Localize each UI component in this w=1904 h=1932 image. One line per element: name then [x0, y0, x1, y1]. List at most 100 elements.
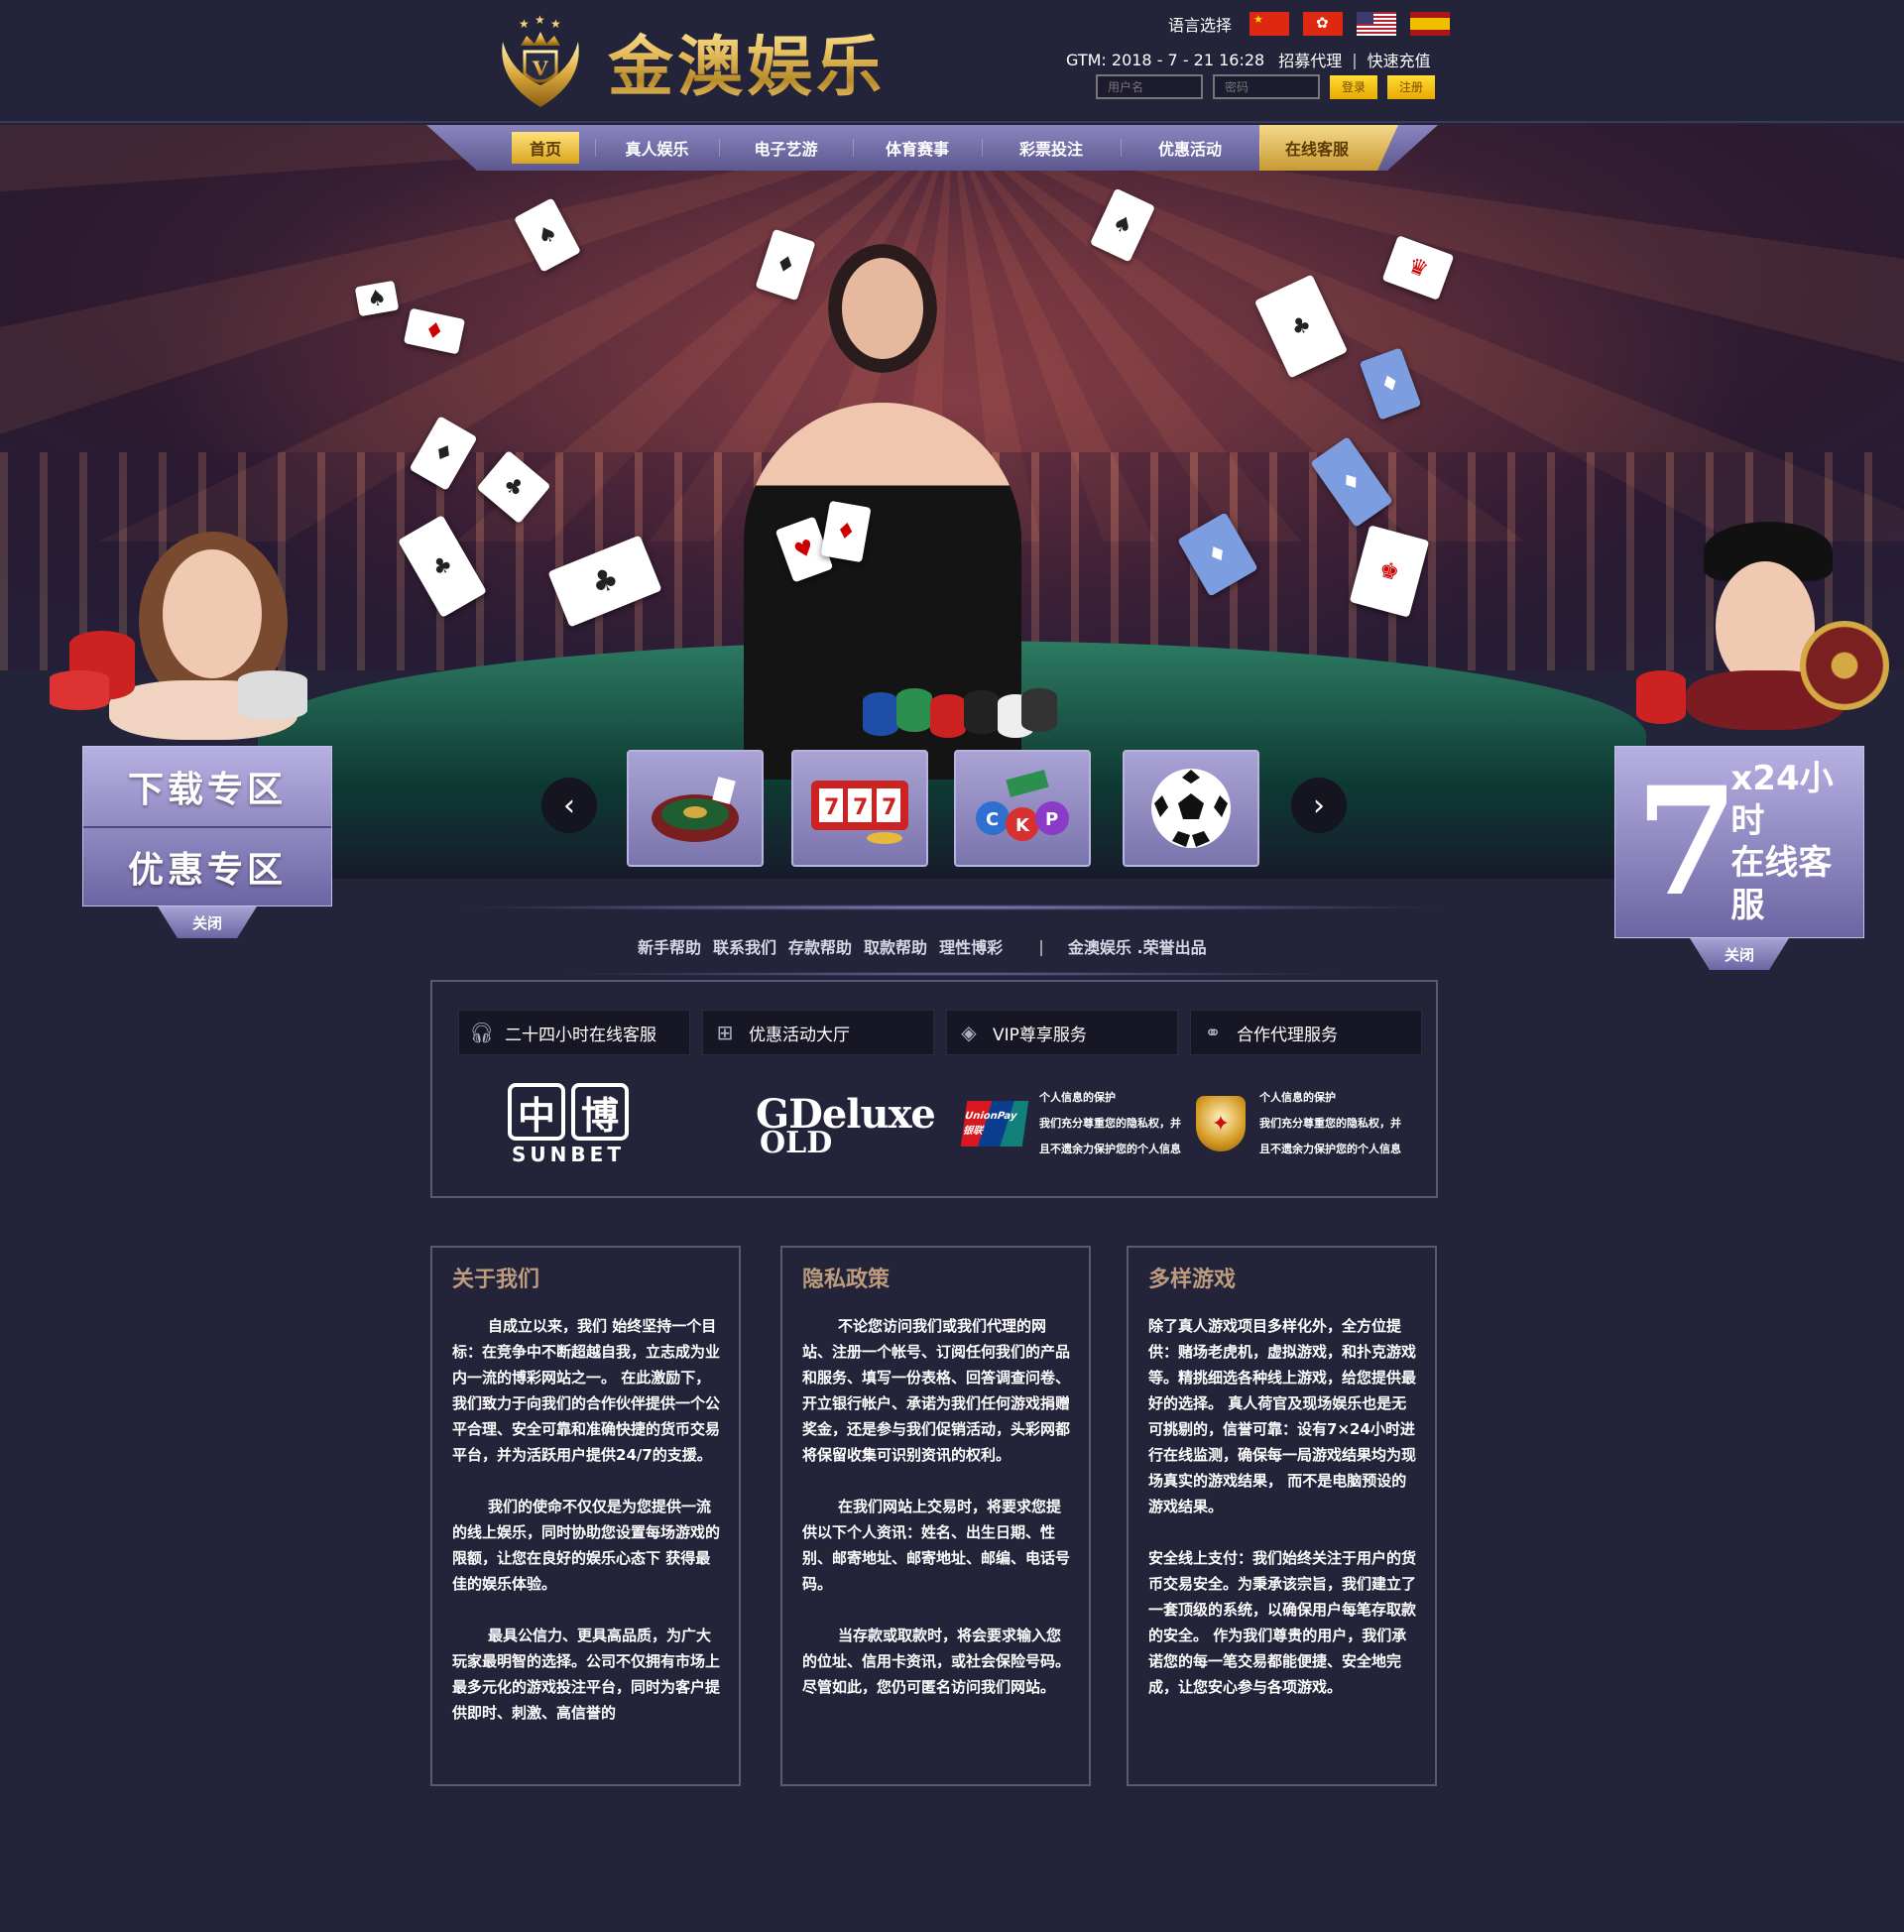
main-nav: 首页 真人娱乐 电子艺游 体育赛事 彩票投注 优惠活动 在线客服 [426, 125, 1438, 171]
svg-text:K: K [1015, 815, 1030, 836]
carousel-next-button[interactable]: › [1291, 778, 1347, 833]
download-zone-button[interactable]: 下载专区 [83, 747, 331, 826]
column-title: 关于我们 [452, 1268, 540, 1292]
nav-label: 真人娱乐 [625, 140, 689, 159]
nav-label: 体育赛事 [885, 140, 949, 159]
carousel-prev-button[interactable]: ‹ [541, 778, 597, 833]
roulette-icon [652, 777, 739, 842]
nav-item-online-service[interactable]: 在线客服 [1259, 125, 1398, 171]
nav-item-promotions[interactable]: 优惠活动 [1121, 125, 1259, 171]
brand-credit: 金澳娱乐 .荣誉出品 [1067, 938, 1207, 957]
footer-link-deposit-help[interactable]: 存款帮助 [788, 934, 852, 958]
footer-link-withdraw-help[interactable]: 取款帮助 [864, 934, 927, 958]
flag-us-icon[interactable] [1357, 12, 1397, 36]
service-tab-label: VIP尊享服务 [993, 1025, 1087, 1045]
sunbet-logo: 中 博 SUNBET [508, 1083, 629, 1166]
column-paragraph: 安全线上支付：我们始终关注于用户的货币交易安全。为秉承该宗旨，我们建立了一套顶级… [1148, 1549, 1417, 1696]
column-paragraph: 自成立以来，我们 始终坚持一个目标：在竞争中不断超越自我，立志成为业内一流的博彩… [452, 1317, 721, 1464]
right-model-image [1626, 522, 1889, 730]
deluxe-gold-logo: GDeluxe OLD [756, 1091, 936, 1160]
recruit-agent-link[interactable]: 招募代理 [1278, 48, 1342, 71]
nav-item-slots[interactable]: 电子艺游 [719, 125, 853, 171]
carousel-item-slot-machine[interactable]: 777 [791, 750, 928, 867]
service-tab-promotions[interactable]: ⊞ 优惠活动大厅 [702, 1010, 934, 1055]
column-paragraph: 最具公信力、更具高品质，为广大玩家最明智的选择。公司不仅拥有市场上 最多元化的游… [452, 1627, 721, 1722]
soccer-ball-icon [1151, 769, 1231, 848]
carousel-item-bingo[interactable]: CKP [954, 750, 1091, 867]
svg-text:P: P [1045, 809, 1058, 830]
nav-label: 优惠活动 [1157, 140, 1222, 159]
service-tab-label: 合作代理服务 [1237, 1025, 1338, 1045]
site-logo[interactable]: ★ ★ ★ V 金澳娱乐 [491, 12, 886, 111]
slot-machine-icon: 777 [811, 781, 908, 844]
svg-text:7: 7 [882, 795, 896, 820]
nav-item-sports[interactable]: 体育赛事 [853, 125, 982, 171]
svg-text:7: 7 [853, 795, 868, 820]
nav-label: 在线客服 [1284, 140, 1349, 159]
handshake-icon: ⚭ [1204, 1021, 1222, 1044]
shield-icon: ✦ [1196, 1096, 1246, 1151]
footer-link-beginner-help[interactable]: 新手帮助 [638, 934, 701, 958]
username-input[interactable] [1096, 74, 1203, 99]
service-hours-number: 7 [1635, 755, 1739, 929]
login-button[interactable]: 登录 [1330, 74, 1377, 99]
column-paragraph: 不论您访问我们或我们代理的网站、注册一个帐号、订阅任何我们的产品和服务、填写一份… [802, 1317, 1071, 1464]
footer-link-responsible-gaming[interactable]: 理性博彩 [939, 934, 1003, 958]
carousel-item-roulette[interactable] [627, 750, 764, 867]
carousel-item-soccer[interactable] [1123, 750, 1259, 867]
column-paragraph: 我们的使命不仅仅是为您提供一流的线上娱乐，同时协助您设置每场游戏的限额，让您在良… [452, 1498, 721, 1593]
chevron-right-icon: › [1313, 787, 1325, 823]
svg-text:★: ★ [519, 17, 530, 31]
services-box: 🎧︎ 二十四小时在线客服 ⊞ 优惠活动大厅 ◈ VIP尊享服务 ⚭ 合作代理服务… [430, 980, 1438, 1198]
login-form: 登录 注册 [1096, 74, 1435, 99]
nav-item-home[interactable]: 首页 [426, 125, 595, 171]
nav-label: 首页 [511, 132, 579, 164]
column-paragraph: 在我们网站上交易时，将要求您提供以下个人资讯：姓名、出生日期、性别、邮寄地址、邮… [802, 1498, 1071, 1593]
unionpay-logo: UnionPay 银联 [960, 1101, 1029, 1147]
left-float-panel: 下载专区 优惠专区 关闭 [82, 746, 332, 938]
promo-zone-button[interactable]: 优惠专区 [83, 826, 331, 906]
server-time: GTM: 2018 - 7 - 21 16:28 [1066, 50, 1265, 69]
bingo-balls-icon: CKP [976, 770, 1069, 841]
footer-link-contact-us[interactable]: 联系我们 [713, 934, 776, 958]
service-tab-vip[interactable]: ◈ VIP尊享服务 [946, 1010, 1178, 1055]
service-hours-line2: 在线客服 [1730, 843, 1833, 925]
nav-label: 彩票投注 [1018, 140, 1083, 159]
privacy-policy-column: 隐私政策 不论您访问我们或我们代理的网站、注册一个帐号、订阅任何我们的产品和服务… [780, 1246, 1091, 1786]
brand-name: 金澳娱乐 [608, 14, 886, 109]
password-input[interactable] [1213, 74, 1320, 99]
nav-label: 电子艺游 [754, 140, 818, 159]
svg-text:★: ★ [535, 13, 545, 27]
separator: | [1038, 936, 1044, 956]
right-panel-close-button[interactable]: 关闭 [1690, 938, 1789, 970]
divider [456, 905, 1448, 910]
svg-text:V: V [532, 57, 548, 80]
quick-recharge-link[interactable]: 快速充值 [1368, 48, 1431, 71]
nav-item-live[interactable]: 真人娱乐 [595, 125, 719, 171]
service-tab-partner-agent[interactable]: ⚭ 合作代理服务 [1190, 1010, 1422, 1055]
flag-hk-icon[interactable] [1303, 12, 1344, 36]
online-service-banner[interactable]: 7 x24小时 在线客服 [1614, 746, 1864, 938]
left-panel-close-button[interactable]: 关闭 [158, 906, 257, 938]
headset-icon: 🎧︎ [469, 1021, 495, 1044]
about-us-column: 关于我们 自成立以来，我们 始终坚持一个目标：在竞争中不断超越自我，立志成为业内… [430, 1246, 741, 1786]
service-hours-line1: x24小时 [1730, 759, 1834, 841]
partner-logos: 中 博 SUNBET GDeluxe OLD UnionPay 银联 个人信息的… [472, 1077, 1424, 1186]
chevron-left-icon: ‹ [563, 787, 575, 823]
service-tab-24h-support[interactable]: 🎧︎ 二十四小时在线客服 [458, 1010, 690, 1055]
nav-item-lottery[interactable]: 彩票投注 [982, 125, 1121, 171]
column-title: 隐私政策 [802, 1268, 891, 1292]
footer-links: 新手帮助 联系我们 存款帮助 取款帮助 理性博彩 | 金澳娱乐 .荣誉出品 [638, 934, 1207, 958]
flag-cn-icon[interactable] [1250, 12, 1290, 36]
register-button[interactable]: 注册 [1387, 74, 1435, 99]
service-tab-label: 二十四小时在线客服 [505, 1025, 656, 1045]
svg-text:C: C [986, 809, 999, 830]
column-paragraph: 除了真人游戏项目多样化外，全方位提供：赌场老虎机，虚拟游戏，和扑克游戏等。精挑细… [1148, 1317, 1417, 1515]
header-info: GTM: 2018 - 7 - 21 16:28 招募代理 | 快速充值 [1066, 48, 1431, 71]
left-model-image [50, 532, 307, 740]
flag-es-icon[interactable] [1410, 12, 1451, 36]
right-float-panel: 7 x24小时 在线客服 关闭 [1614, 746, 1864, 970]
language-label: 语言选择 [1168, 16, 1233, 35]
svg-text:★: ★ [550, 17, 561, 31]
diamond-icon: ◈ [961, 1021, 977, 1044]
